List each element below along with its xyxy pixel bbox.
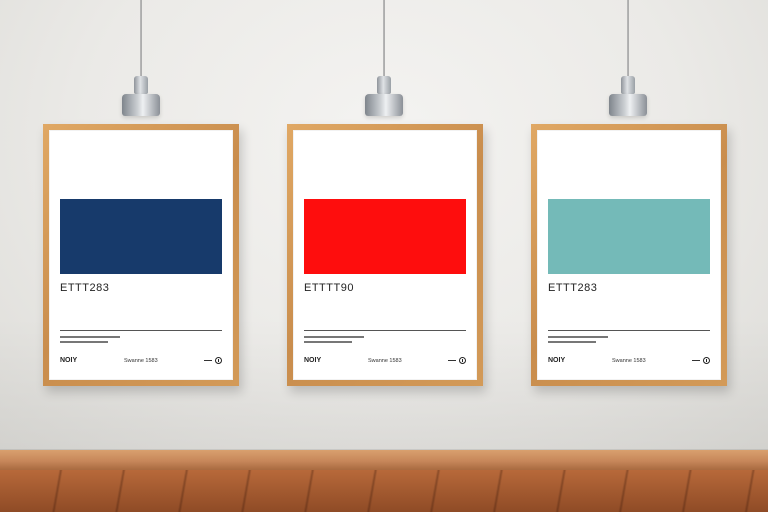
poster: ETTT283 NOIY Swanne 1583 xyxy=(49,130,233,380)
lamp-cap xyxy=(377,76,391,94)
poster-footer-mid: Swanne 1583 xyxy=(368,358,402,364)
poster-frame-2: ETTTT90 NOIY Swanne 1583 xyxy=(287,124,483,386)
footer-line xyxy=(692,360,700,361)
skirting-board xyxy=(0,450,768,470)
wooden-floor xyxy=(0,470,768,512)
poster-frame-1: ETTT283 NOIY Swanne 1583 xyxy=(43,124,239,386)
poster-footer-left: NOIY xyxy=(548,357,566,364)
poster-footer-left: NOIY xyxy=(60,357,78,364)
color-swatch xyxy=(60,199,222,274)
poster-divider xyxy=(548,330,710,331)
lamp-shade xyxy=(609,94,647,116)
poster-footer-right xyxy=(204,357,222,364)
poster-footer-mid: Swanne 1583 xyxy=(124,358,158,364)
color-swatch xyxy=(304,199,466,274)
lamp-cap xyxy=(134,76,148,94)
poster-fine-print xyxy=(304,336,364,348)
poster: ETTT283 NOIY Swanne 1583 xyxy=(537,130,721,380)
color-swatch xyxy=(548,199,710,274)
footer-line xyxy=(204,360,212,361)
lamp-rod xyxy=(140,0,142,78)
poster-code: ETTTT90 xyxy=(304,282,354,294)
poster-fine-print xyxy=(60,336,120,348)
poster-logo-icon xyxy=(459,357,466,364)
lamp-rod xyxy=(627,0,629,78)
poster-logo-icon xyxy=(215,357,222,364)
pendant-lamp-icon xyxy=(121,0,161,118)
poster: ETTTT90 NOIY Swanne 1583 xyxy=(293,130,477,380)
poster-footer-right xyxy=(448,357,466,364)
pendant-lamp-icon xyxy=(364,0,404,118)
footer-line xyxy=(448,360,456,361)
poster-divider xyxy=(304,330,466,331)
pendant-lamp-icon xyxy=(608,0,648,118)
poster-code: ETTT283 xyxy=(60,282,110,294)
poster-code: ETTT283 xyxy=(548,282,598,294)
lamp-cap xyxy=(621,76,635,94)
poster-footer-left: NOIY xyxy=(304,357,322,364)
poster-fine-print xyxy=(548,336,608,348)
poster-frame-3: ETTT283 NOIY Swanne 1583 xyxy=(531,124,727,386)
lamp-shade xyxy=(365,94,403,116)
poster-logo-icon xyxy=(703,357,710,364)
poster-divider xyxy=(60,330,222,331)
poster-footer-right xyxy=(692,357,710,364)
gallery-scene: ETTT283 NOIY Swanne 1583 ETTTT90 NOIY Sw… xyxy=(0,0,768,512)
lamp-rod xyxy=(383,0,385,78)
poster-footer-mid: Swanne 1583 xyxy=(612,358,646,364)
lamp-shade xyxy=(122,94,160,116)
